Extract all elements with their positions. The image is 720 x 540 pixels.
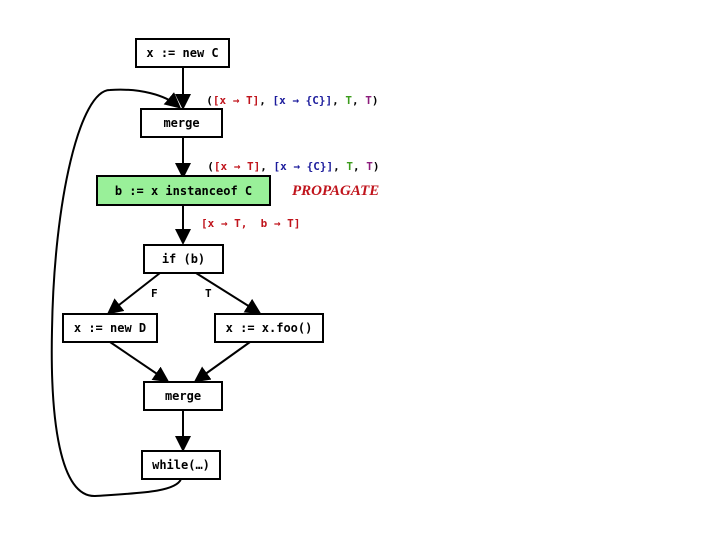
node-merge-top: merge bbox=[140, 108, 223, 138]
edge-label-after-instanceof: [x → T, b → T] bbox=[201, 217, 301, 230]
propagate-annotation: PROPAGATE bbox=[292, 183, 380, 199]
node-new-c: x := new C bbox=[135, 38, 230, 68]
node-merge-bottom: merge bbox=[143, 381, 223, 411]
paren-open: ( bbox=[206, 94, 213, 107]
fact-d: T bbox=[365, 94, 372, 107]
edge-foo-merge bbox=[193, 341, 251, 383]
node-new-d: x := new D bbox=[62, 313, 158, 343]
node-instanceof: b := x instanceof C bbox=[96, 175, 271, 206]
node-if-b: if (b) bbox=[143, 244, 224, 274]
fact-c: T bbox=[345, 94, 352, 107]
edge-newd-merge bbox=[109, 341, 170, 383]
edge-while-back-to-merge bbox=[50, 88, 182, 498]
branch-label-true: T bbox=[205, 287, 212, 300]
node-while: while(…) bbox=[141, 450, 221, 480]
edge-label-after-merge: ([x → T], [x → {C}], T, T) bbox=[207, 160, 380, 173]
fact-b: [x → {C}] bbox=[272, 94, 333, 107]
edge-label-after-new-c: ([x → T], [x → {C}], T, T) bbox=[206, 94, 379, 107]
fact-a: [x → T] bbox=[212, 94, 260, 107]
branch-label-false: F bbox=[151, 287, 158, 300]
node-foo: x := x.foo() bbox=[214, 313, 324, 343]
